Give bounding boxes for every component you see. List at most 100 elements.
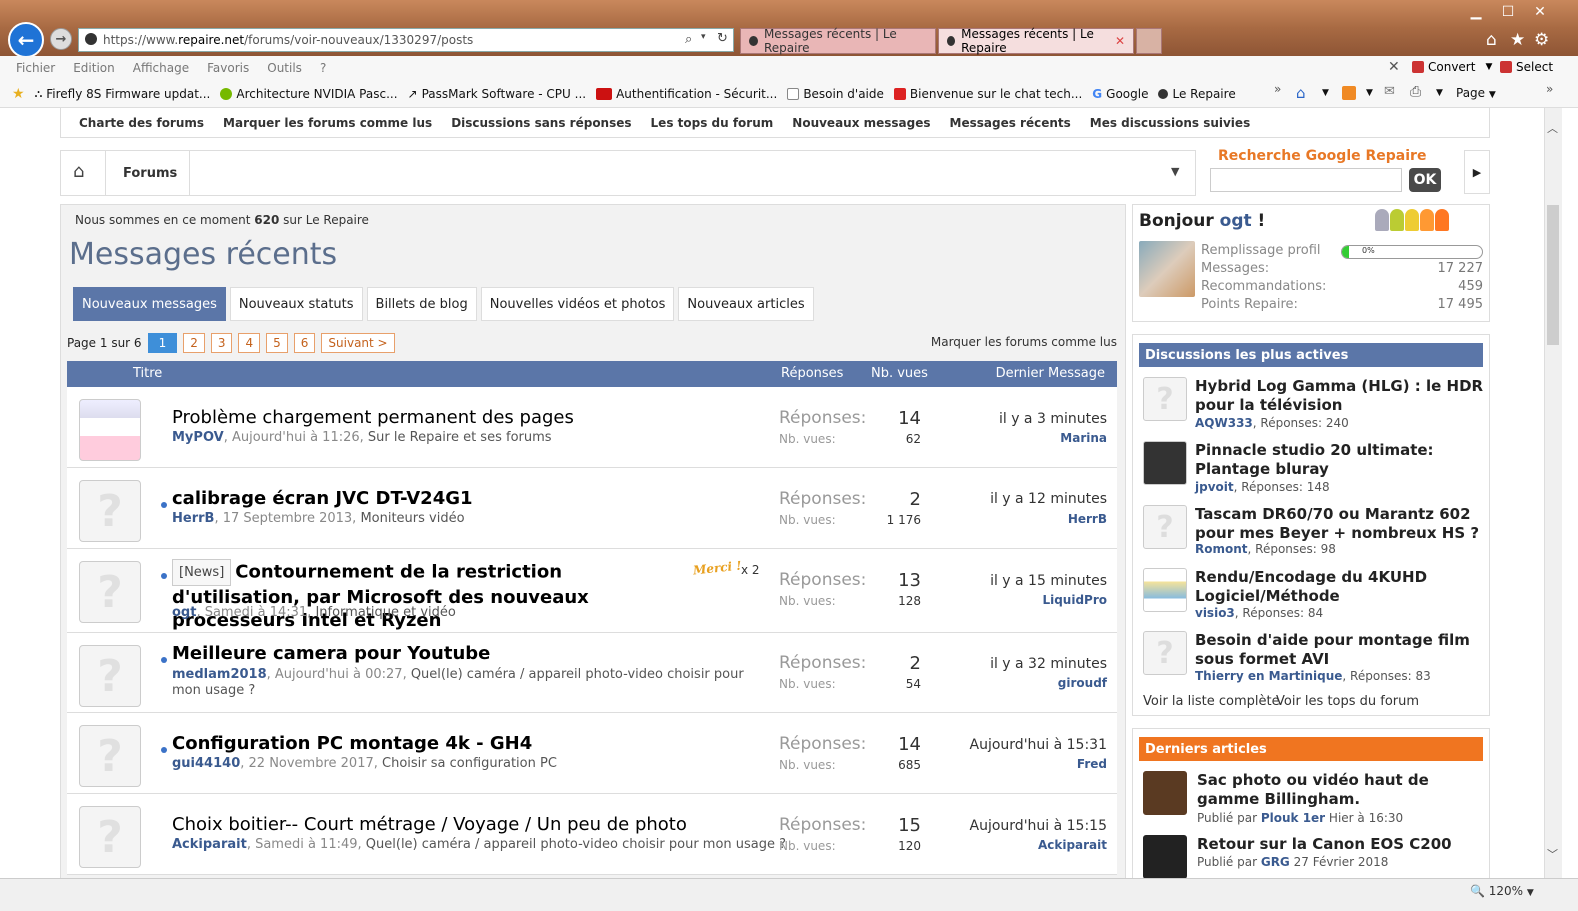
- table-row[interactable]: ? [News] Contournement de la restriction …: [67, 549, 1117, 633]
- thread-author[interactable]: HerrB: [172, 511, 214, 526]
- favorite-link[interactable]: G Google: [1092, 87, 1148, 101]
- avatar[interactable]: [1139, 241, 1195, 297]
- chevron-down-icon[interactable]: ▾: [701, 32, 706, 42]
- thread-author[interactable]: MyPOV: [172, 430, 224, 445]
- table-row[interactable]: ? Configuration PC montage 4k - GH4 gui4…: [67, 713, 1117, 794]
- home-icon[interactable]: ⌂: [1296, 84, 1306, 102]
- favorite-link[interactable]: Le Repaire: [1158, 87, 1236, 101]
- close-window-icon[interactable]: ✕: [1524, 3, 1556, 21]
- thread-title[interactable]: Contournement de la restriction d'utilis…: [172, 562, 589, 632]
- avatar[interactable]: ?: [1143, 631, 1187, 675]
- last-message-time[interactable]: il y a 32 minutes: [990, 656, 1107, 672]
- article-thumbnail[interactable]: [1143, 835, 1187, 878]
- active-thread-author[interactable]: jpvoit: [1195, 480, 1234, 494]
- favorite-link[interactable]: ↗ PassMark Software - CPU ...: [408, 87, 587, 101]
- last-message-time[interactable]: il y a 3 minutes: [999, 411, 1107, 427]
- subnav-charte[interactable]: Charte des forums: [79, 116, 204, 130]
- avatar[interactable]: ?: [1143, 505, 1187, 549]
- col-last-message[interactable]: Dernier Message: [996, 366, 1105, 381]
- subnav-mark-read[interactable]: Marquer les forums comme lus: [223, 116, 432, 130]
- last-message-user[interactable]: Marina: [1060, 431, 1107, 445]
- news-badge[interactable]: [News]: [172, 559, 232, 586]
- subnav-new-messages[interactable]: Nouveaux messages: [792, 116, 930, 130]
- thread-title[interactable]: Meilleure camera pour Youtube: [172, 643, 490, 664]
- favorite-link[interactable]: Bienvenue sur le chat tech...: [893, 87, 1082, 101]
- subnav-tops[interactable]: Les tops du forum: [651, 116, 774, 130]
- last-message-time[interactable]: il y a 15 minutes: [990, 573, 1107, 589]
- chevron-down-icon[interactable]: ▼: [1366, 88, 1373, 98]
- article-thumbnail[interactable]: [1143, 771, 1187, 815]
- subnav-followed[interactable]: Mes discussions suivies: [1090, 116, 1250, 130]
- home-icon[interactable]: ⌂: [73, 161, 84, 182]
- close-tab-icon[interactable]: ✕: [1115, 34, 1125, 48]
- chevron-right-icon[interactable]: »: [1274, 82, 1281, 96]
- avatar[interactable]: [1143, 441, 1187, 485]
- back-button[interactable]: ←: [8, 22, 44, 58]
- refresh-icon[interactable]: ↻: [717, 31, 728, 46]
- avatar[interactable]: [79, 399, 141, 461]
- page-2[interactable]: 2: [183, 333, 205, 353]
- chevron-right-icon[interactable]: »: [1546, 82, 1553, 96]
- avatar[interactable]: ?: [79, 645, 141, 707]
- thread-author[interactable]: ogt: [172, 605, 196, 620]
- thread-forum[interactable]: Choisir sa configuration PC: [382, 756, 557, 771]
- col-title[interactable]: Titre: [133, 366, 162, 381]
- tab-new-messages[interactable]: Nouveaux messages: [73, 287, 226, 321]
- last-message-user[interactable]: giroudf: [1058, 676, 1107, 690]
- thread-forum[interactable]: Moniteurs vidéo: [360, 511, 464, 526]
- chevron-down-icon[interactable]: ▼: [1322, 88, 1329, 98]
- page-3[interactable]: 3: [210, 333, 233, 353]
- breadcrumb-forums[interactable]: Forums: [123, 166, 177, 181]
- active-thread-title[interactable]: Hybrid Log Gamma (HLG) : le HDR pour la …: [1195, 377, 1487, 415]
- table-row[interactable]: Problème chargement permanent des pages …: [67, 387, 1117, 468]
- thread-title[interactable]: calibrage écran JVC DT-V24G1: [172, 488, 473, 509]
- next-page-button[interactable]: Suivant >: [321, 333, 395, 353]
- username[interactable]: ogt: [1220, 211, 1252, 231]
- thread-author[interactable]: gui44140: [172, 756, 240, 771]
- avatar[interactable]: ?: [1143, 377, 1187, 421]
- active-thread-author[interactable]: visio3: [1195, 606, 1235, 620]
- new-tab-button[interactable]: [1136, 28, 1162, 54]
- avatar[interactable]: ?: [79, 480, 141, 542]
- tops-link[interactable]: Voir les tops du forum: [1276, 694, 1419, 709]
- subnav-unanswered[interactable]: Discussions sans réponses: [451, 116, 631, 130]
- menu-help[interactable]: ?: [320, 61, 326, 75]
- print-icon[interactable]: ⎙: [1410, 84, 1421, 100]
- mail-icon[interactable]: ✉: [1384, 84, 1395, 99]
- article-author[interactable]: GRG: [1261, 855, 1290, 869]
- search-ok-button[interactable]: OK: [1409, 168, 1441, 192]
- chevron-down-icon[interactable]: ▼: [1436, 88, 1443, 98]
- forward-button[interactable]: →: [50, 28, 72, 50]
- thread-title[interactable]: Configuration PC montage 4k - GH4: [172, 733, 532, 754]
- col-views[interactable]: Nb. vues: [871, 366, 928, 381]
- menu-fichier[interactable]: Fichier: [16, 61, 55, 75]
- close-icon[interactable]: ✕: [1388, 59, 1400, 75]
- favorite-link[interactable]: ⛬ Firefly 8S Firmware updat...: [35, 87, 211, 101]
- subnav-recent-messages[interactable]: Messages récents: [950, 116, 1071, 130]
- full-list-link[interactable]: Voir la liste complète: [1143, 694, 1280, 709]
- favorite-link[interactable]: Authentification - Sécurit...: [596, 87, 777, 101]
- article-author[interactable]: Plouk 1er: [1261, 811, 1325, 825]
- address-bar[interactable]: https://www. repaire.net/forums/voir-nouv…: [78, 28, 734, 52]
- avatar[interactable]: ?: [79, 806, 141, 868]
- thread-title[interactable]: Choix boitier-- Court métrage / Voyage /…: [172, 814, 687, 835]
- zoom-control[interactable]: 🔍 120% ▼: [1470, 884, 1534, 898]
- thread-title[interactable]: Problème chargement permanent des pages: [172, 407, 574, 428]
- active-thread-title[interactable]: Rendu/Encodage du 4KUHD Logiciel/Méthode: [1195, 568, 1487, 606]
- maximize-icon[interactable]: ☐: [1492, 3, 1524, 21]
- select-button[interactable]: Select: [1500, 60, 1553, 74]
- tab-new-statuses[interactable]: Nouveaux statuts: [229, 287, 363, 321]
- favorite-link[interactable]: Architecture NVIDIA Pasc...: [220, 87, 398, 101]
- thread-author[interactable]: medlam2018: [172, 667, 267, 682]
- last-message-time[interactable]: Aujourd'hui à 15:15: [970, 818, 1107, 834]
- page-6[interactable]: 6: [293, 333, 316, 353]
- scroll-up-icon[interactable]: ︿: [1547, 120, 1558, 136]
- thread-forum[interactable]: Sur le Repaire et ses forums: [368, 430, 552, 445]
- tab-videos-photos[interactable]: Nouvelles vidéos et photos: [480, 287, 675, 321]
- tab-new-articles[interactable]: Nouveaux articles: [678, 287, 814, 321]
- active-thread-author[interactable]: AQW333: [1195, 416, 1253, 430]
- avatar[interactable]: [1143, 568, 1187, 612]
- table-row[interactable]: ? Choix boitier-- Court métrage / Voyage…: [67, 794, 1117, 875]
- search-input[interactable]: [1210, 168, 1402, 192]
- menu-favoris[interactable]: Favoris: [207, 61, 249, 75]
